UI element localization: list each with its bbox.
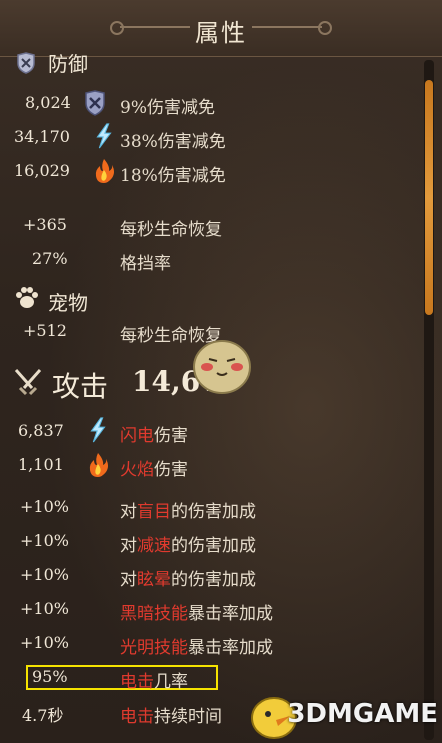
bonus-rest: 暴击率加成: [188, 604, 273, 624]
attack-lightning-label: 闪电伤害: [120, 421, 188, 446]
bonus-prefix: 对: [120, 502, 137, 522]
damage-type-highlight: 火焰: [120, 460, 154, 480]
damage-label-rest: 伤害: [154, 460, 188, 480]
pet-regen-value: +512: [23, 321, 67, 340]
bonus-highlight: 盲目: [137, 502, 171, 522]
header-ornament-right: [252, 21, 332, 35]
armor-icon: [85, 90, 105, 116]
bonus-label: 对盲目的伤害加成: [120, 497, 256, 522]
bonus-label: 对眩晕的伤害加成: [120, 565, 256, 590]
shock-highlight: 电击: [120, 707, 154, 727]
bonus-row: +10% 对眩晕的伤害加成: [0, 560, 410, 590]
bonus-rest: 的伤害加成: [171, 502, 256, 522]
damage-type-highlight: 闪电: [120, 426, 154, 446]
block-label: 格挡率: [120, 254, 171, 274]
shock-highlight: 电击: [120, 672, 154, 692]
fire-icon: [95, 159, 114, 183]
shock-rest: 几率: [154, 672, 188, 692]
bonus-row: +10% 光明技能暴击率加成: [0, 628, 410, 658]
defense-regen-row: +365 每秒生命恢复: [0, 210, 410, 240]
attack-fire-value: 1,101: [18, 455, 64, 474]
lightning-icon: [96, 123, 112, 149]
panel-title: 属性: [195, 19, 247, 47]
bonus-value: +10%: [20, 565, 69, 584]
regen-label: 每秒生命恢复: [120, 220, 222, 240]
defense-label: 18%伤害减免: [120, 166, 226, 186]
bonus-value: +10%: [20, 633, 69, 652]
bonus-label: 黑暗技能暴击率加成: [120, 599, 273, 624]
attributes-panel: 属性 防御 8,024 9%伤害减免 34,170 38%伤害减免 16,029…: [0, 0, 442, 743]
shock-duration-value: 4.7秒: [22, 706, 64, 725]
shock-rest: 持续时间: [154, 707, 222, 727]
pet-section-title: 宠物: [48, 291, 88, 315]
defense-section-title: 防御: [48, 52, 88, 76]
attack-section-title: 攻击: [52, 370, 109, 403]
shock-chance-value: 95%: [32, 667, 68, 686]
defense-value: 16,029: [14, 161, 70, 180]
bonus-prefix: 对: [120, 536, 137, 556]
bonus-label: 对减速的伤害加成: [120, 531, 256, 556]
bonus-highlight: 眩晕: [137, 570, 171, 590]
block-rate-row: 27% 格挡率: [0, 244, 410, 274]
bonus-row: +10% 黑暗技能暴击率加成: [0, 594, 410, 624]
bonus-rest: 暴击率加成: [188, 638, 273, 658]
scrollbar-thumb[interactable]: [425, 80, 433, 315]
bonus-row: +10% 对减速的伤害加成: [0, 526, 410, 556]
defense-value: 34,170: [14, 127, 70, 146]
defense-row-fire: 16,029 18%伤害减免: [0, 156, 410, 186]
defense-row-physical: 8,024 9%伤害减免: [0, 88, 410, 118]
bonus-highlight: 光明技能: [120, 638, 188, 658]
attack-fire-label: 火焰伤害: [120, 455, 188, 480]
lightning-icon: [90, 417, 106, 443]
shock-chance-row: 95% 电击几率: [0, 662, 410, 692]
defense-value: 8,024: [25, 93, 71, 112]
watermark-text: 3DMGAME: [287, 699, 438, 729]
defense-label: 38%伤害减免: [120, 132, 226, 152]
damage-label-rest: 伤害: [154, 426, 188, 446]
bonus-highlight: 减速: [137, 536, 171, 556]
bonus-value: +10%: [20, 599, 69, 618]
bonus-label: 光明技能暴击率加成: [120, 633, 273, 658]
bonus-highlight: 黑暗技能: [120, 604, 188, 624]
attack-fire-row: 1,101 火焰伤害: [0, 450, 410, 480]
regen-value: +365: [23, 215, 67, 234]
shield-icon: [17, 52, 35, 74]
shock-chance-label: 电击几率: [120, 667, 188, 692]
bonus-value: +10%: [20, 531, 69, 550]
mascot-sticker: [193, 340, 251, 394]
scrollbar[interactable]: [424, 60, 434, 740]
bonus-prefix: 对: [120, 570, 137, 590]
attack-lightning-row: 6,837 闪电伤害: [0, 416, 410, 446]
defense-label: 9%伤害减免: [120, 98, 215, 118]
paw-icon: [16, 287, 38, 308]
bonus-row: +10% 对盲目的伤害加成: [0, 492, 410, 522]
crossed-swords-icon: [14, 369, 42, 396]
fire-icon: [89, 453, 108, 477]
shock-duration-label: 电击持续时间: [120, 702, 222, 727]
block-value: 27%: [32, 249, 68, 268]
defense-row-lightning: 34,170 38%伤害减免: [0, 122, 410, 152]
bonus-rest: 的伤害加成: [171, 570, 256, 590]
bonus-value: +10%: [20, 497, 69, 516]
attack-lightning-value: 6,837: [18, 421, 64, 440]
bonus-rest: 的伤害加成: [171, 536, 256, 556]
